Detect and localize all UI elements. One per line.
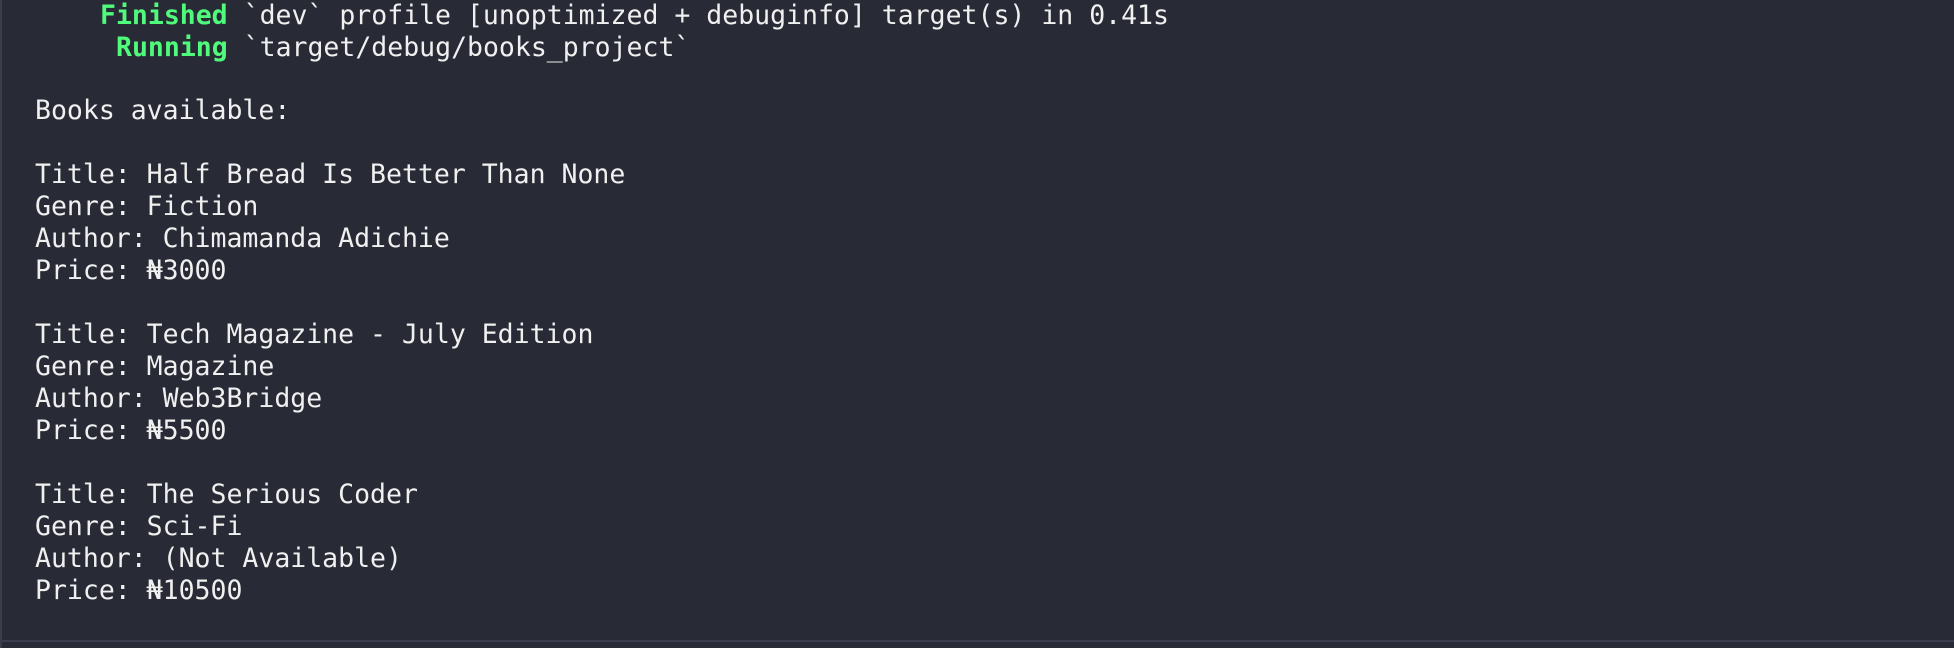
book-2-author: Author: Web3Bridge xyxy=(35,383,323,414)
finished-detail: `dev` profile [unoptimized + debuginfo] … xyxy=(243,0,1169,31)
build-finished-line: Finished `dev` profile [unoptimized + de… xyxy=(100,0,1169,32)
build-running-line: Running `target/debug/books_project` xyxy=(116,32,690,64)
book-3-price: Price: ₦10500 xyxy=(35,575,243,606)
book-3-genre: Genre: Sci-Fi xyxy=(35,511,243,542)
output-heading: Books available: xyxy=(35,95,291,126)
running-status-label: Running xyxy=(116,32,228,63)
book-3-title: Title: The Serious Coder xyxy=(35,479,418,510)
book-1-author: Author: Chimamanda Adichie xyxy=(35,223,450,254)
book-3-author: Author: (Not Available) xyxy=(35,543,402,574)
running-detail: `target/debug/books_project` xyxy=(243,32,691,63)
book-2-price: Price: ₦5500 xyxy=(35,415,227,446)
book-1-price: Price: ₦3000 xyxy=(35,255,227,286)
book-2-title: Title: Tech Magazine - July Edition xyxy=(35,319,594,350)
terminal-bottom-divider xyxy=(2,640,1954,642)
terminal-window[interactable]: Finished `dev` profile [unoptimized + de… xyxy=(0,0,1954,648)
book-1-genre: Genre: Fiction xyxy=(35,191,259,222)
finished-status-label: Finished xyxy=(100,0,228,31)
book-2-genre: Genre: Magazine xyxy=(35,351,275,382)
book-1-title: Title: Half Bread Is Better Than None xyxy=(35,159,626,190)
